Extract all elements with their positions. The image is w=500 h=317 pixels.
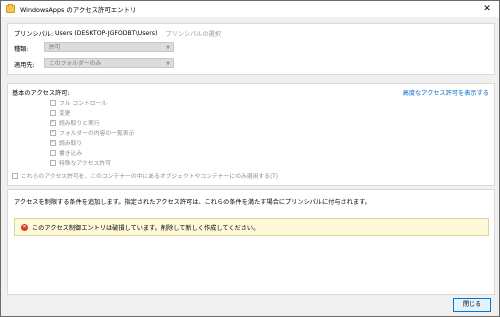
permission-read[interactable]: ✓ 読み取り xyxy=(50,138,82,147)
type-select-value: 許可 xyxy=(49,45,61,51)
apply-only-label: これらのアクセス許可を、このコンテナーの中にあるオブジェクトやコンテナーにのみ適… xyxy=(21,174,279,180)
permission-label: 読み取り xyxy=(59,141,83,147)
permission-label: フル コントロール xyxy=(59,101,108,107)
folder-icon xyxy=(6,4,15,13)
checkbox-checked-icon[interactable]: ✓ xyxy=(50,129,56,136)
select-principal-link[interactable]: プリンシパルの選択 xyxy=(165,29,221,38)
principal-label: プリンシパル: xyxy=(14,31,54,38)
window-title: WindowsApps のアクセス許可エントリ xyxy=(20,5,137,14)
permission-label: 読み取りと実行 xyxy=(59,121,100,127)
checkbox-unchecked-icon[interactable] xyxy=(50,109,56,116)
principal-row: プリンシパル: Users (DESKTOP-JGFODBT\Users) プリ… xyxy=(14,29,221,38)
permission-label: 書き込み xyxy=(59,151,83,157)
permission-special[interactable]: 特殊なアクセス許可 xyxy=(50,158,111,167)
checkbox-unchecked-icon[interactable] xyxy=(50,149,56,156)
conditions-description: アクセスを制限する条件を追加します。指定されたアクセス許可は、これらの条件を満た… xyxy=(14,199,371,206)
close-button[interactable]: 閉じる xyxy=(453,298,491,312)
error-icon: ✕ xyxy=(21,223,28,231)
permission-label: 特殊なアクセス許可 xyxy=(59,161,111,167)
apply-only-within-container[interactable]: これらのアクセス許可を、このコンテナーの中にあるオブジェクトやコンテナーにのみ適… xyxy=(12,171,278,180)
basic-permissions-panel: 基本のアクセス許可: 高度なアクセス許可を表示する フル コントロール 変更 ✓… xyxy=(7,83,495,186)
applies-to-select[interactable]: このフォルダーのみ ▼ xyxy=(44,58,174,68)
checkbox-unchecked-icon[interactable] xyxy=(12,172,18,179)
checkbox-unchecked-icon[interactable] xyxy=(50,159,56,166)
permission-full-control[interactable]: フル コントロール xyxy=(50,98,107,107)
applies-to-select-value: このフォルダーのみ xyxy=(49,61,102,67)
checkbox-checked-icon[interactable]: ✓ xyxy=(50,139,56,146)
checkbox-unchecked-icon[interactable] xyxy=(50,99,56,106)
close-icon[interactable]: ✕ xyxy=(481,4,493,14)
type-label: 種類: xyxy=(14,46,29,53)
conditions-panel: アクセスを制限する条件を追加します。指定されたアクセス許可は、これらの条件を満た… xyxy=(7,189,495,295)
error-message: このアクセス制御エントリは破損しています。削除して新しく作成してください。 xyxy=(32,224,260,232)
permission-label: 変更 xyxy=(59,111,71,117)
principal-value: Users (DESKTOP-JGFODBT\Users) xyxy=(55,30,158,37)
chevron-down-icon: ▼ xyxy=(166,61,170,67)
title-bar: WindowsApps のアクセス許可エントリ ✕ xyxy=(1,1,499,17)
checkbox-checked-icon[interactable]: ✓ xyxy=(50,119,56,126)
permission-write[interactable]: 書き込み xyxy=(50,148,82,157)
applies-to-label: 適用先: xyxy=(14,62,35,69)
show-advanced-permissions-link[interactable]: 高度なアクセス許可を表示する xyxy=(403,88,489,97)
chevron-down-icon: ▼ xyxy=(166,45,170,51)
permission-label: フォルダーの内容の一覧表示 xyxy=(59,131,135,137)
permission-modify[interactable]: 変更 xyxy=(50,108,71,117)
basic-permissions-heading: 基本のアクセス許可: xyxy=(12,90,70,97)
error-banner: ✕ このアクセス制御エントリは破損しています。削除して新しく作成してください。 xyxy=(14,218,489,236)
type-select[interactable]: 許可 ▼ xyxy=(44,42,174,52)
permission-read-execute[interactable]: ✓ 読み取りと実行 xyxy=(50,118,100,127)
permission-list-folder[interactable]: ✓ フォルダーの内容の一覧表示 xyxy=(50,128,134,137)
principal-panel: プリンシパル: Users (DESKTOP-JGFODBT\Users) プリ… xyxy=(7,23,495,75)
permission-entry-window: WindowsApps のアクセス許可エントリ ✕ プリンシパル: Users … xyxy=(0,0,500,317)
